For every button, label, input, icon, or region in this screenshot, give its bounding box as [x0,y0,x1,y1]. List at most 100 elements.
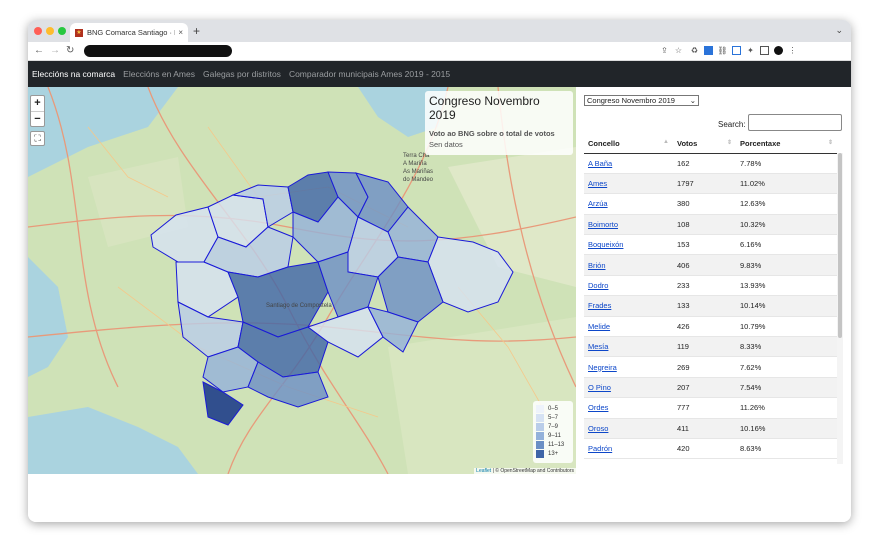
nav-link-3[interactable]: Comparador municipais Ames 2019 - 2015 [289,69,450,79]
map-legend: 0–5 5–7 7–9 9–11 11–13 13+ [533,401,573,463]
extension-recycle-icon[interactable]: ♻ [690,46,699,55]
sea-area [28,407,198,474]
cell-votos: 411 [673,418,736,439]
tab-search-icon[interactable]: ⌄ [835,25,843,36]
legend-label: 0–5 [548,405,559,412]
concello-link[interactable]: A Baña [588,159,612,168]
close-window-button[interactable] [34,27,42,35]
minimize-window-button[interactable] [46,27,54,35]
cell-concello: Ames [584,173,673,195]
table-header-row: Concello ▲ Votos ⇕ Porcentaxe ⇕ [584,135,837,154]
reload-button[interactable]: ↻ [66,45,74,56]
cell-porcentaxe: 6.16% [736,234,837,256]
concello-link[interactable]: Oroso [588,424,608,433]
table-row: Dodro 233 13.93% [584,275,837,297]
sort-icon: ⇕ [726,140,732,147]
cell-votos: 133 [673,295,736,317]
tab-title: BNG Comarca Santiago · Porp [87,28,175,37]
extension-puzzle-icon[interactable]: ✦ [746,46,755,55]
search-label: Search: [718,120,746,129]
legend-item: 5–7 [536,413,570,422]
legend-label: 5–7 [548,414,559,421]
concello-link[interactable]: Dodro [588,281,608,290]
menu-dots-icon[interactable]: ⋮ [788,46,797,55]
cell-concello: Oroso [584,418,673,439]
election-select[interactable]: Congreso Novembro 2019 ⌄ [584,95,699,106]
sort-icon: ⇕ [827,140,833,147]
extension-link-icon[interactable]: ⛓ [717,46,727,55]
concello-link[interactable]: Mesía [588,342,608,351]
place-label: Santiago de Compostela [266,303,332,309]
cell-votos: 207 [673,377,736,399]
concello-link[interactable]: Ordes [588,403,608,412]
cell-concello: Padrón [584,438,673,460]
concello-link[interactable]: Negreira [588,363,617,372]
site-navbar: Eleccións na comarca Eleccións en Ames Gal… [28,61,851,87]
browser-tab[interactable]: ★ BNG Comarca Santiago · Porp × [70,23,188,42]
back-button[interactable]: ← [34,45,44,56]
legend-item: 7–9 [536,422,570,431]
share-icon[interactable]: ⇪ [660,46,669,55]
column-header-porcentaxe[interactable]: Porcentaxe ⇕ [736,135,837,154]
map-view[interactable]: Santiago de Compostela Terra Chá A Mariñ… [28,87,576,474]
zoom-in-button[interactable]: + [31,96,44,111]
concello-link[interactable]: Melide [588,322,610,331]
extension-blue-icon[interactable] [704,46,713,55]
maximize-window-button[interactable] [58,27,66,35]
forward-button[interactable]: → [50,45,60,56]
nav-link-2[interactable]: Galegas por distritos [203,69,281,79]
cell-concello: Boimorto [584,214,673,236]
concello-link[interactable]: Boqueixón [588,240,623,249]
info-detail: Sen datos [429,140,463,149]
nav-link-1[interactable]: Eleccións en Ames [123,69,195,79]
cell-porcentaxe: 10.79% [736,316,837,338]
concello-link[interactable]: Boimorto [588,220,618,229]
cell-concello: O Pino [584,377,673,399]
sidebar-icon[interactable] [760,46,769,55]
cell-votos: 119 [673,336,736,358]
cell-porcentaxe: 13.93% [736,275,837,297]
cell-votos: 108 [673,214,736,236]
concello-link[interactable]: Frades [588,301,611,310]
concello-link[interactable]: Ames [588,179,607,188]
legend-swatch [536,449,544,458]
concello-link[interactable]: Arzúa [588,199,608,208]
cell-porcentaxe: 8.63% [736,438,837,460]
bookmark-star-icon[interactable]: ☆ [674,46,683,55]
search-input[interactable] [748,114,842,131]
table-row: Brión 406 9.83% [584,254,837,276]
cell-concello: Frades [584,295,673,317]
table-row: A Baña 162 7.78% [584,153,837,174]
legend-swatch [536,440,544,449]
tab-close-icon[interactable]: × [178,28,183,37]
legend-swatch [536,422,544,431]
cell-votos: 269 [673,356,736,378]
cell-votos: 426 [673,316,736,338]
nav-link-0[interactable]: Eleccións na comarca [32,69,115,79]
table-row: Ordes 777 11.26% [584,397,837,419]
cell-concello: Boqueixón [584,234,673,256]
table-row: O Pino 207 7.54% [584,377,837,399]
cell-porcentaxe: 10.16% [736,418,837,439]
table-scrollbar[interactable] [837,153,843,464]
zoom-out-button[interactable]: − [31,111,44,126]
profile-avatar[interactable] [774,46,783,55]
column-header-votos[interactable]: Votos ⇕ [673,135,736,154]
column-header-concello[interactable]: Concello ▲ [584,135,673,154]
scrollbar-thumb[interactable] [838,153,842,338]
new-tab-button[interactable]: + [193,24,200,38]
cell-concello: Melide [584,316,673,338]
concello-link[interactable]: Brión [588,261,606,270]
cell-porcentaxe: 11.02% [736,173,837,195]
extension-square-icon[interactable] [732,46,741,55]
cell-concello: Brión [584,254,673,276]
cell-votos: 233 [673,275,736,297]
fullscreen-button[interactable]: ⛶ [30,131,45,146]
concello-link[interactable]: Padrón [588,444,612,453]
legend-swatch [536,404,544,413]
concello-link[interactable]: O Pino [588,383,611,392]
url-field-redacted[interactable] [84,45,232,57]
table-row: Oroso 411 10.16% [584,418,837,439]
tab-bar: ★ BNG Comarca Santiago · Porp × + ⌄ [28,20,851,42]
chevron-down-icon: ⌄ [689,96,696,105]
